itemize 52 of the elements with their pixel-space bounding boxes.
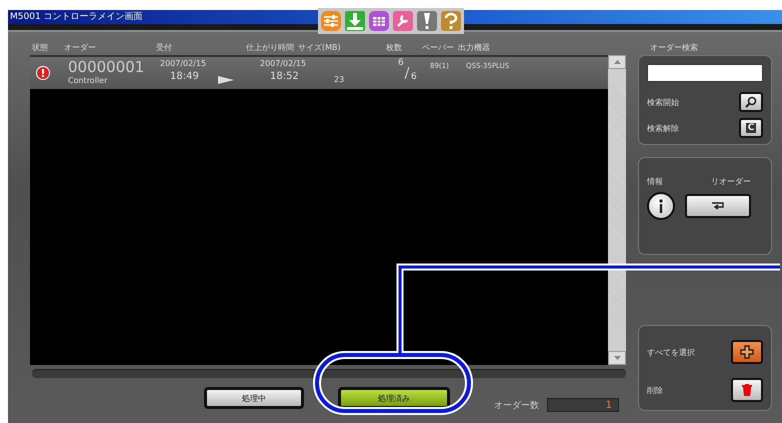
sheets-total: 6 xyxy=(411,72,417,82)
search-button[interactable] xyxy=(739,92,763,112)
trash-icon xyxy=(742,384,752,396)
sheets-done: 6 xyxy=(398,58,404,68)
order-count-label: オーダー数 xyxy=(494,400,539,412)
fraction-slash-icon xyxy=(404,67,410,79)
order-source: Controller xyxy=(68,76,108,85)
search-start-label: 検索開始 xyxy=(647,96,679,108)
download-icon[interactable] xyxy=(344,10,366,32)
play-arrow-icon xyxy=(218,76,234,84)
column-header: サイズ(MB) xyxy=(298,42,341,53)
exclamation-icon[interactable] xyxy=(416,10,438,32)
order-number: 00000001 xyxy=(68,58,144,76)
column-header: 出力機器 xyxy=(458,42,490,53)
column-header: 状態 xyxy=(32,42,48,53)
column-header: 受付 xyxy=(156,42,172,53)
return-arrow-icon xyxy=(711,202,725,210)
reorder-button[interactable] xyxy=(685,194,751,218)
column-header: オーダー xyxy=(64,42,96,53)
up-arrow-icon[interactable] xyxy=(614,60,620,64)
search-title: オーダー検索 xyxy=(649,42,699,54)
down-arrow-icon[interactable] xyxy=(614,356,620,360)
select-all-button[interactable] xyxy=(731,340,763,364)
grid-icon[interactable] xyxy=(368,10,390,32)
reorder-label: リオーダー xyxy=(711,176,751,187)
finish-date: 2007/02/15 xyxy=(260,59,306,68)
column-header: ペーパー xyxy=(422,42,454,53)
column-header: 枚数 xyxy=(386,42,402,53)
delete-label: 削除 xyxy=(647,384,663,396)
finish-time: 18:52 xyxy=(270,71,299,82)
info-icon xyxy=(659,199,663,213)
plus-icon xyxy=(740,345,754,359)
info-button[interactable] xyxy=(647,192,675,220)
search-icon xyxy=(745,96,757,108)
received-time: 18:49 xyxy=(170,71,199,82)
clear-button[interactable]: C xyxy=(739,118,763,138)
status-filter-button[interactable]: 処理済み xyxy=(338,387,450,409)
help-icon[interactable] xyxy=(440,10,462,32)
error-icon xyxy=(36,66,50,80)
select-all-label: すべてを選択 xyxy=(647,346,695,358)
received-date: 2007/02/15 xyxy=(160,59,206,68)
size-cell: 23 xyxy=(334,75,344,84)
info-label: 情報 xyxy=(647,176,663,187)
wrench-icon[interactable] xyxy=(392,10,414,32)
column-header: 仕上がり時間 xyxy=(246,42,294,53)
delete-button[interactable] xyxy=(731,378,763,402)
sliders-icon[interactable] xyxy=(320,10,342,32)
status-filter-button[interactable]: 処理中 xyxy=(204,387,304,409)
order-count-value: 1 xyxy=(547,398,619,412)
search-field[interactable] xyxy=(647,64,763,82)
scrollbar[interactable] xyxy=(608,55,626,365)
search-clear-label: 検索解除 xyxy=(647,122,679,134)
